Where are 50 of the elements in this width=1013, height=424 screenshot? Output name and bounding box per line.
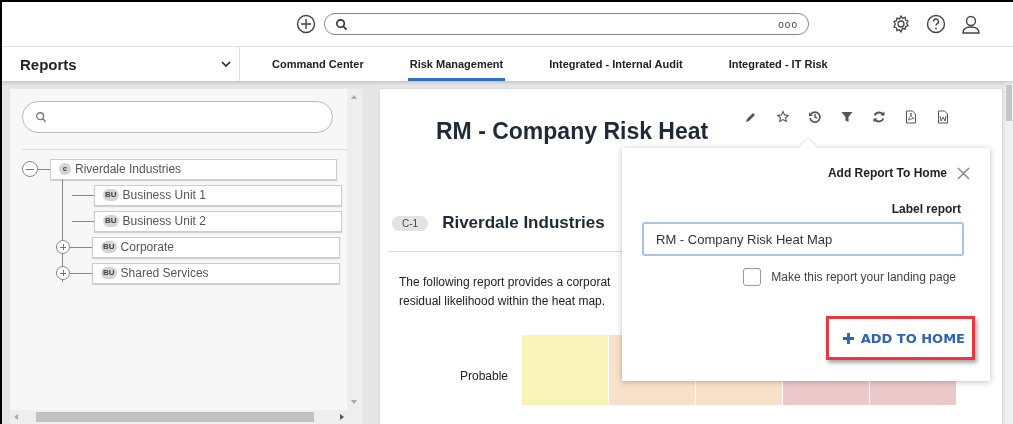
plus-icon	[842, 332, 854, 344]
close-icon[interactable]	[957, 166, 970, 180]
report-title: RM - Company Risk Heat	[436, 118, 709, 145]
nav-tab[interactable]: Risk Management	[407, 47, 506, 81]
company-badge: c	[59, 163, 71, 175]
word-icon[interactable]	[936, 110, 951, 124]
section-title: Riverdale Industries	[442, 213, 605, 233]
checkbox-label: Make this report your landing page	[771, 270, 956, 284]
add-icon[interactable]	[296, 14, 316, 34]
page-scrollbar[interactable]	[1005, 81, 1013, 424]
nav-tab[interactable]: Integrated - Internal Audit	[547, 47, 685, 81]
unit-badge: BU	[103, 215, 119, 227]
nav-tab[interactable]: Integrated - IT Risk	[726, 47, 830, 81]
section-badge: C-1	[392, 215, 429, 231]
search-icon	[335, 17, 348, 31]
user-icon[interactable]	[961, 14, 981, 34]
collapse-toggle[interactable]	[22, 161, 38, 177]
report-description: The following report provides a corporat residual likelihood within the heat map.	[399, 274, 611, 310]
tree-node[interactable]: BU Business Unit 2	[94, 210, 342, 232]
add-to-home-button[interactable]: ADD TO HOME	[825, 316, 975, 360]
expand-toggle[interactable]	[56, 266, 70, 280]
tree-node[interactable]: BU Shared Services	[92, 262, 340, 284]
refresh-icon[interactable]	[872, 110, 887, 124]
caret-icon	[221, 61, 231, 67]
unit-badge: BU	[103, 189, 119, 201]
module-label: Reports	[20, 55, 77, 73]
field-label: Label report	[890, 202, 962, 216]
vertical-scrollbar[interactable]	[347, 89, 362, 410]
tree-node[interactable]: BU Business Unit 1	[94, 184, 342, 206]
label-input[interactable]: RM - Company Risk Heat Map	[642, 222, 964, 256]
tree-node[interactable]: c Riverdale Industries	[50, 158, 337, 180]
unit-badge: BU	[101, 241, 117, 253]
expand-toggle[interactable]	[56, 240, 70, 254]
search-icon	[35, 111, 47, 123]
nav-tab[interactable]: Command Center	[270, 47, 366, 81]
landing-page-checkbox[interactable]	[743, 268, 762, 286]
module-dropdown[interactable]: Reports	[2, 47, 240, 81]
unit-badge: BU	[101, 267, 117, 279]
tree-node[interactable]: BU Corporate	[92, 236, 340, 258]
popover-title: Add Report To Home	[827, 166, 947, 180]
horizontal-scrollbar[interactable]	[10, 410, 362, 424]
row-label: Probable	[458, 368, 509, 385]
tree-search-field[interactable]	[22, 101, 333, 133]
star-icon[interactable]	[776, 110, 791, 124]
history-icon[interactable]	[808, 110, 823, 124]
settings-icon[interactable]	[891, 14, 911, 34]
help-icon[interactable]	[926, 14, 946, 34]
filter-icon[interactable]	[840, 110, 855, 124]
more-button[interactable]: ooo	[778, 18, 798, 30]
pdf-icon[interactable]	[904, 110, 919, 124]
